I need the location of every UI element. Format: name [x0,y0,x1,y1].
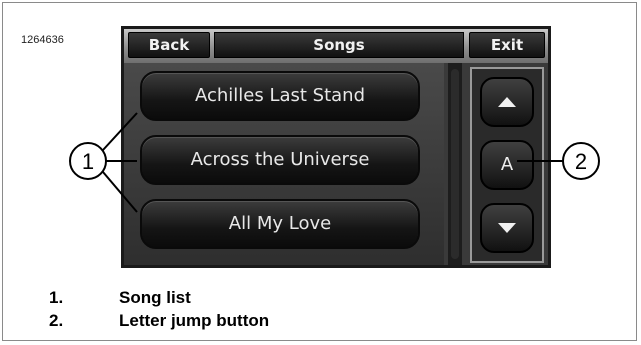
legend-item: 2. Letter jump button [49,309,269,332]
legend-text: Letter jump button [119,311,270,330]
legend-number: 1. [49,288,64,307]
legend-text: Song list [119,288,191,307]
legend-item: 1. Song list [49,286,269,309]
callout-1-leader-bottom [102,171,138,213]
callout-1-number: 1 [82,149,94,174]
callout-1-leader-top [102,112,138,151]
legend-number: 2. [49,311,64,330]
callout-2-number: 2 [575,149,587,174]
legend: 1. Song list 2. Letter jump button [49,286,269,332]
